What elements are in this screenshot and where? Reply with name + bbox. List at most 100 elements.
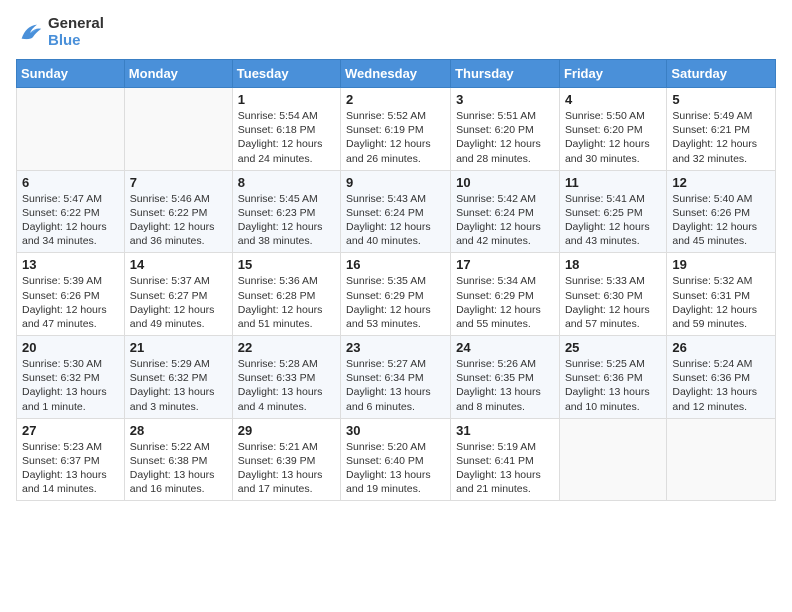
day-of-week-monday: Monday	[124, 60, 232, 88]
calendar-cell	[124, 88, 232, 171]
day-info: Sunrise: 5:45 AM Sunset: 6:23 PM Dayligh…	[238, 192, 335, 249]
calendar-cell: 24 Sunrise: 5:26 AM Sunset: 6:35 PM Dayli…	[451, 336, 560, 419]
calendar-cell: 9 Sunrise: 5:43 AM Sunset: 6:24 PM Daylig…	[341, 170, 451, 253]
day-number: 27	[22, 423, 119, 438]
day-info: Sunrise: 5:24 AM Sunset: 6:36 PM Dayligh…	[672, 357, 770, 414]
calendar-cell: 26 Sunrise: 5:24 AM Sunset: 6:36 PM Dayli…	[667, 336, 776, 419]
calendar-cell: 27 Sunrise: 5:23 AM Sunset: 6:37 PM Dayli…	[17, 418, 125, 501]
calendar-cell: 31 Sunrise: 5:19 AM Sunset: 6:41 PM Dayli…	[451, 418, 560, 501]
calendar-cell	[559, 418, 666, 501]
day-info: Sunrise: 5:49 AM Sunset: 6:21 PM Dayligh…	[672, 109, 770, 166]
logo: General Blue	[16, 16, 104, 49]
calendar-cell: 17Sunrise: 5:34 AM Sunset: 6:29 PM Dayli…	[451, 253, 560, 336]
day-number: 18	[565, 257, 661, 272]
day-number: 7	[130, 175, 227, 190]
day-info: Sunrise: 5:28 AM Sunset: 6:33 PM Dayligh…	[238, 357, 335, 414]
calendar-cell: 23 Sunrise: 5:27 AM Sunset: 6:34 PM Dayli…	[341, 336, 451, 419]
day-number: 31	[456, 423, 554, 438]
day-info: Sunrise: 5:40 AM Sunset: 6:26 PM Dayligh…	[672, 192, 770, 249]
day-of-week-saturday: Saturday	[667, 60, 776, 88]
day-number: 12	[672, 175, 770, 190]
day-of-week-wednesday: Wednesday	[341, 60, 451, 88]
day-info: Sunrise: 5:36 AM Sunset: 6:28 PM Dayligh…	[238, 274, 335, 331]
calendar-cell: 29Sunrise: 5:21 AM Sunset: 6:39 PM Dayli…	[232, 418, 340, 501]
calendar-cell: 5 Sunrise: 5:49 AM Sunset: 6:21 PM Daylig…	[667, 88, 776, 171]
page: General Blue SundayMondayTuesdayWednesda…	[0, 0, 792, 511]
day-of-week-sunday: Sunday	[17, 60, 125, 88]
day-info: Sunrise: 5:50 AM Sunset: 6:20 PM Dayligh…	[565, 109, 661, 166]
day-info: Sunrise: 5:20 AM Sunset: 6:40 PM Dayligh…	[346, 440, 445, 497]
day-number: 13	[22, 257, 119, 272]
calendar-cell: 20 Sunrise: 5:30 AM Sunset: 6:32 PM Dayli…	[17, 336, 125, 419]
calendar-cell: 1 Sunrise: 5:54 AM Sunset: 6:18 PM Daylig…	[232, 88, 340, 171]
day-info: Sunrise: 5:43 AM Sunset: 6:24 PM Dayligh…	[346, 192, 445, 249]
calendar-cell	[667, 418, 776, 501]
day-info: Sunrise: 5:32 AM Sunset: 6:31 PM Dayligh…	[672, 274, 770, 331]
day-number: 25	[565, 340, 661, 355]
day-number: 24	[456, 340, 554, 355]
calendar-cell: 3Sunrise: 5:51 AM Sunset: 6:20 PM Daylig…	[451, 88, 560, 171]
day-info: Sunrise: 5:47 AM Sunset: 6:22 PM Dayligh…	[22, 192, 119, 249]
calendar-cell: 4 Sunrise: 5:50 AM Sunset: 6:20 PM Daylig…	[559, 88, 666, 171]
calendar-cell: 6 Sunrise: 5:47 AM Sunset: 6:22 PM Daylig…	[17, 170, 125, 253]
day-number: 23	[346, 340, 445, 355]
day-number: 30	[346, 423, 445, 438]
day-of-week-friday: Friday	[559, 60, 666, 88]
day-info: Sunrise: 5:37 AM Sunset: 6:27 PM Dayligh…	[130, 274, 227, 331]
day-number: 26	[672, 340, 770, 355]
day-info: Sunrise: 5:41 AM Sunset: 6:25 PM Dayligh…	[565, 192, 661, 249]
day-number: 5	[672, 92, 770, 107]
calendar-cell: 16 Sunrise: 5:35 AM Sunset: 6:29 PM Dayli…	[341, 253, 451, 336]
calendar-week-row: 27 Sunrise: 5:23 AM Sunset: 6:37 PM Dayli…	[17, 418, 776, 501]
day-info: Sunrise: 5:23 AM Sunset: 6:37 PM Dayligh…	[22, 440, 119, 497]
calendar-cell: 15 Sunrise: 5:36 AM Sunset: 6:28 PM Dayli…	[232, 253, 340, 336]
day-info: Sunrise: 5:19 AM Sunset: 6:41 PM Dayligh…	[456, 440, 554, 497]
calendar-header-row: SundayMondayTuesdayWednesdayThursdayFrid…	[17, 60, 776, 88]
day-number: 1	[238, 92, 335, 107]
day-info: Sunrise: 5:46 AM Sunset: 6:22 PM Dayligh…	[130, 192, 227, 249]
calendar-cell	[17, 88, 125, 171]
logo-bird-icon	[16, 19, 44, 47]
calendar-cell: 13Sunrise: 5:39 AM Sunset: 6:26 PM Dayli…	[17, 253, 125, 336]
day-number: 8	[238, 175, 335, 190]
logo-text: General Blue	[48, 16, 104, 49]
day-info: Sunrise: 5:27 AM Sunset: 6:34 PM Dayligh…	[346, 357, 445, 414]
calendar-cell: 21Sunrise: 5:29 AM Sunset: 6:32 PM Dayli…	[124, 336, 232, 419]
calendar-week-row: 13Sunrise: 5:39 AM Sunset: 6:26 PM Dayli…	[17, 253, 776, 336]
day-number: 16	[346, 257, 445, 272]
day-number: 20	[22, 340, 119, 355]
day-of-week-thursday: Thursday	[451, 60, 560, 88]
day-info: Sunrise: 5:25 AM Sunset: 6:36 PM Dayligh…	[565, 357, 661, 414]
day-info: Sunrise: 5:54 AM Sunset: 6:18 PM Dayligh…	[238, 109, 335, 166]
calendar-cell: 19Sunrise: 5:32 AM Sunset: 6:31 PM Dayli…	[667, 253, 776, 336]
day-number: 10	[456, 175, 554, 190]
calendar-week-row: 1 Sunrise: 5:54 AM Sunset: 6:18 PM Daylig…	[17, 88, 776, 171]
day-number: 11	[565, 175, 661, 190]
day-number: 14	[130, 257, 227, 272]
day-number: 17	[456, 257, 554, 272]
calendar-week-row: 20 Sunrise: 5:30 AM Sunset: 6:32 PM Dayli…	[17, 336, 776, 419]
day-number: 28	[130, 423, 227, 438]
calendar-cell: 10 Sunrise: 5:42 AM Sunset: 6:24 PM Dayli…	[451, 170, 560, 253]
day-number: 9	[346, 175, 445, 190]
day-info: Sunrise: 5:35 AM Sunset: 6:29 PM Dayligh…	[346, 274, 445, 331]
day-number: 2	[346, 92, 445, 107]
day-info: Sunrise: 5:33 AM Sunset: 6:30 PM Dayligh…	[565, 274, 661, 331]
calendar-cell: 25 Sunrise: 5:25 AM Sunset: 6:36 PM Dayli…	[559, 336, 666, 419]
calendar-cell: 2 Sunrise: 5:52 AM Sunset: 6:19 PM Daylig…	[341, 88, 451, 171]
day-info: Sunrise: 5:52 AM Sunset: 6:19 PM Dayligh…	[346, 109, 445, 166]
day-number: 6	[22, 175, 119, 190]
calendar-cell: 30 Sunrise: 5:20 AM Sunset: 6:40 PM Dayli…	[341, 418, 451, 501]
day-number: 22	[238, 340, 335, 355]
calendar-cell: 7 Sunrise: 5:46 AM Sunset: 6:22 PM Daylig…	[124, 170, 232, 253]
calendar-cell: 12 Sunrise: 5:40 AM Sunset: 6:26 PM Dayli…	[667, 170, 776, 253]
day-number: 4	[565, 92, 661, 107]
calendar-cell: 22 Sunrise: 5:28 AM Sunset: 6:33 PM Dayli…	[232, 336, 340, 419]
calendar-cell: 11 Sunrise: 5:41 AM Sunset: 6:25 PM Dayli…	[559, 170, 666, 253]
day-info: Sunrise: 5:26 AM Sunset: 6:35 PM Dayligh…	[456, 357, 554, 414]
day-info: Sunrise: 5:29 AM Sunset: 6:32 PM Dayligh…	[130, 357, 227, 414]
day-number: 15	[238, 257, 335, 272]
day-info: Sunrise: 5:42 AM Sunset: 6:24 PM Dayligh…	[456, 192, 554, 249]
day-info: Sunrise: 5:30 AM Sunset: 6:32 PM Dayligh…	[22, 357, 119, 414]
calendar: SundayMondayTuesdayWednesdayThursdayFrid…	[16, 59, 776, 501]
